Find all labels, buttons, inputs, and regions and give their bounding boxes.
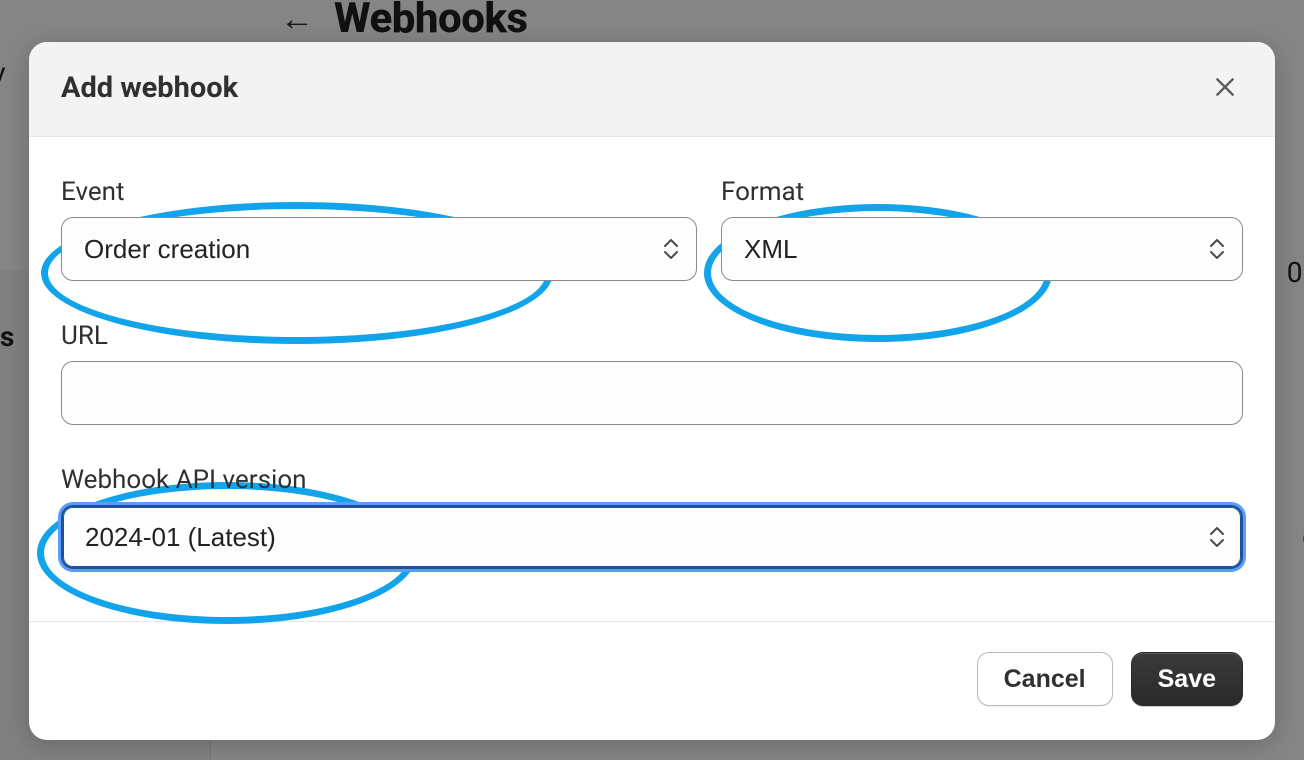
modal-body: Event Order creation Format XML [29,137,1275,621]
close-icon [1214,76,1236,101]
url-input-wrap [61,361,1243,425]
save-button[interactable]: Save [1131,652,1243,706]
modal-title: Add webhook [61,71,238,105]
field-event: Event Order creation [61,177,697,281]
event-select-value: Order creation [84,234,250,265]
field-api-version: Webhook API version 2024-01 (Latest) [61,465,1243,569]
format-select-wrap: XML [721,217,1243,281]
format-label: Format [721,177,1243,207]
close-button[interactable] [1207,70,1243,106]
api-version-select-value: 2024-01 (Latest) [85,522,276,553]
add-webhook-modal: Add webhook Event Order creation [29,42,1275,740]
cancel-button-label: Cancel [1004,665,1086,694]
api-version-select[interactable]: 2024-01 (Latest) [61,505,1243,569]
api-version-label: Webhook API version [61,465,1243,495]
api-version-select-wrap: 2024-01 (Latest) [61,505,1243,569]
modal-header: Add webhook [29,42,1275,137]
event-select-wrap: Order creation [61,217,697,281]
row-event-format: Event Order creation Format XML [61,177,1243,281]
cancel-button[interactable]: Cancel [977,652,1113,706]
modal-footer: Cancel Save [29,621,1275,740]
event-label: Event [61,177,697,207]
format-select[interactable]: XML [721,217,1243,281]
field-format: Format XML [721,177,1243,281]
save-button-label: Save [1158,665,1216,694]
field-url: URL [61,321,1243,425]
url-label: URL [61,321,1243,351]
format-select-value: XML [744,234,797,265]
url-input[interactable] [61,361,1243,425]
event-select[interactable]: Order creation [61,217,697,281]
